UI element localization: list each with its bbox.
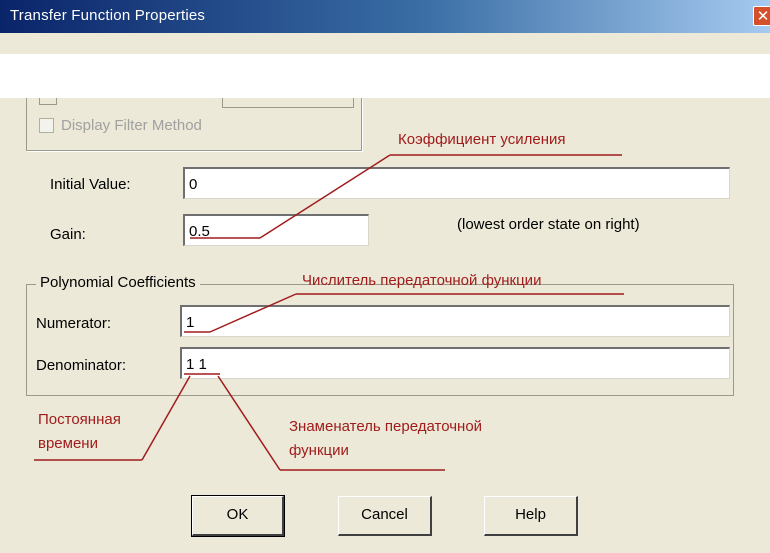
numerator-input[interactable]: 1 <box>180 305 730 337</box>
state-order-note: (lowest order state on right) <box>457 216 640 233</box>
close-icon: ✕ <box>756 8 770 25</box>
denominator-annotation-line2: функции <box>289 442 349 459</box>
polynomial-coefficients-group <box>26 284 734 396</box>
filter-group-control-edge <box>39 98 57 105</box>
numerator-label: Numerator: <box>36 315 112 332</box>
polynomial-coefficients-legend: Polynomial Coefficients <box>36 274 200 291</box>
window-title: Transfer Function Properties <box>10 7 206 24</box>
denominator-input[interactable]: 1 1 <box>180 347 730 379</box>
denominator-annotation-line1: Знаменатель передаточной <box>289 418 483 435</box>
title-bar[interactable]: Transfer Function Properties ✕ <box>0 0 770 33</box>
dialog-window: Transfer Function Properties ✕ Display F… <box>0 0 770 553</box>
numerator-annotation: Числитель передаточной функции <box>302 272 542 289</box>
display-filter-method-label: Display Filter Method <box>61 117 202 134</box>
display-filter-method-checkbox[interactable] <box>39 118 54 133</box>
initial-value-label: Initial Value: <box>50 176 131 193</box>
time-constant-annotation-line2: времени <box>38 435 98 452</box>
help-button[interactable]: Help <box>484 496 578 536</box>
initial-value-input[interactable]: 0 <box>183 167 730 199</box>
obscured-region <box>0 54 770 98</box>
gain-label: Gain: <box>50 226 86 243</box>
ok-button[interactable]: OK <box>191 495 285 537</box>
cancel-button[interactable]: Cancel <box>338 496 432 536</box>
close-button[interactable]: ✕ <box>753 6 770 26</box>
gain-coeff-annotation: Коэффициент усиления <box>398 131 566 148</box>
time-constant-annotation-line1: Постоянная <box>38 411 121 428</box>
gain-input[interactable]: 0.5 <box>183 214 369 246</box>
denominator-label: Denominator: <box>36 357 127 374</box>
filter-group-field-edge <box>222 98 354 108</box>
